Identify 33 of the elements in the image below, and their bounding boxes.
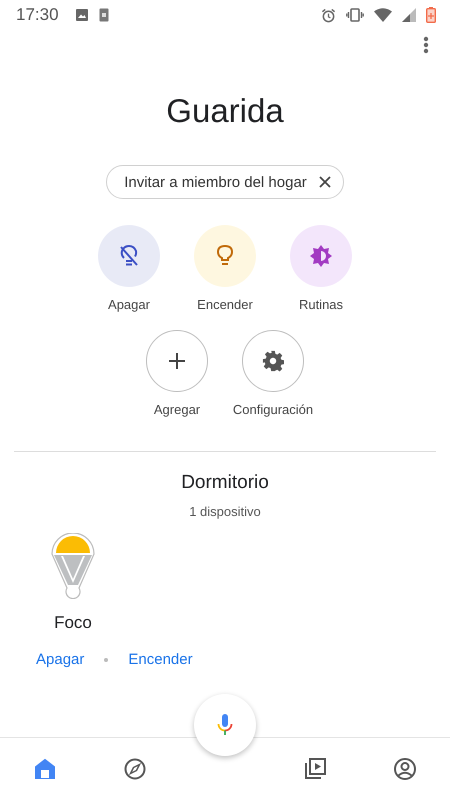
action-label: Configuración xyxy=(232,402,314,417)
brightness-icon xyxy=(309,244,333,268)
account-icon[interactable] xyxy=(394,758,416,780)
device-count: 1 dispositivo xyxy=(189,504,261,519)
home-title: Guarida xyxy=(165,92,285,130)
vibrate-icon xyxy=(346,8,364,22)
alarm-icon xyxy=(321,8,336,22)
sim-card-icon xyxy=(98,8,109,22)
turn-off-link[interactable]: Apagar xyxy=(36,651,84,668)
action-label: Agregar xyxy=(154,402,200,417)
plus-icon xyxy=(168,352,186,370)
image-icon xyxy=(74,8,89,22)
action-label: Encender xyxy=(197,297,253,312)
microphone-icon xyxy=(217,714,233,736)
turn-on-link[interactable]: Encender xyxy=(128,651,193,668)
close-icon[interactable] xyxy=(318,176,331,188)
invite-chip[interactable]: Invitar a miembro del hogar xyxy=(106,165,344,199)
wifi-icon xyxy=(374,8,392,22)
room-name: Dormitorio xyxy=(181,472,269,494)
status-time: 17:30 xyxy=(16,5,59,25)
microphone-button[interactable] xyxy=(194,694,256,756)
play-library-icon[interactable] xyxy=(304,758,326,780)
settings-icon xyxy=(262,350,284,372)
lightbulb-off-icon xyxy=(118,244,140,268)
battery-icon xyxy=(426,7,436,23)
device-name: Foco xyxy=(54,613,92,633)
action-label: Apagar xyxy=(108,297,150,312)
more-options-icon[interactable] xyxy=(423,36,429,54)
lightbulb-icon xyxy=(215,244,235,268)
signal-icon xyxy=(402,8,416,22)
compass-icon[interactable] xyxy=(124,758,146,780)
action-label: Rutinas xyxy=(298,297,344,312)
home-icon[interactable] xyxy=(34,758,56,780)
